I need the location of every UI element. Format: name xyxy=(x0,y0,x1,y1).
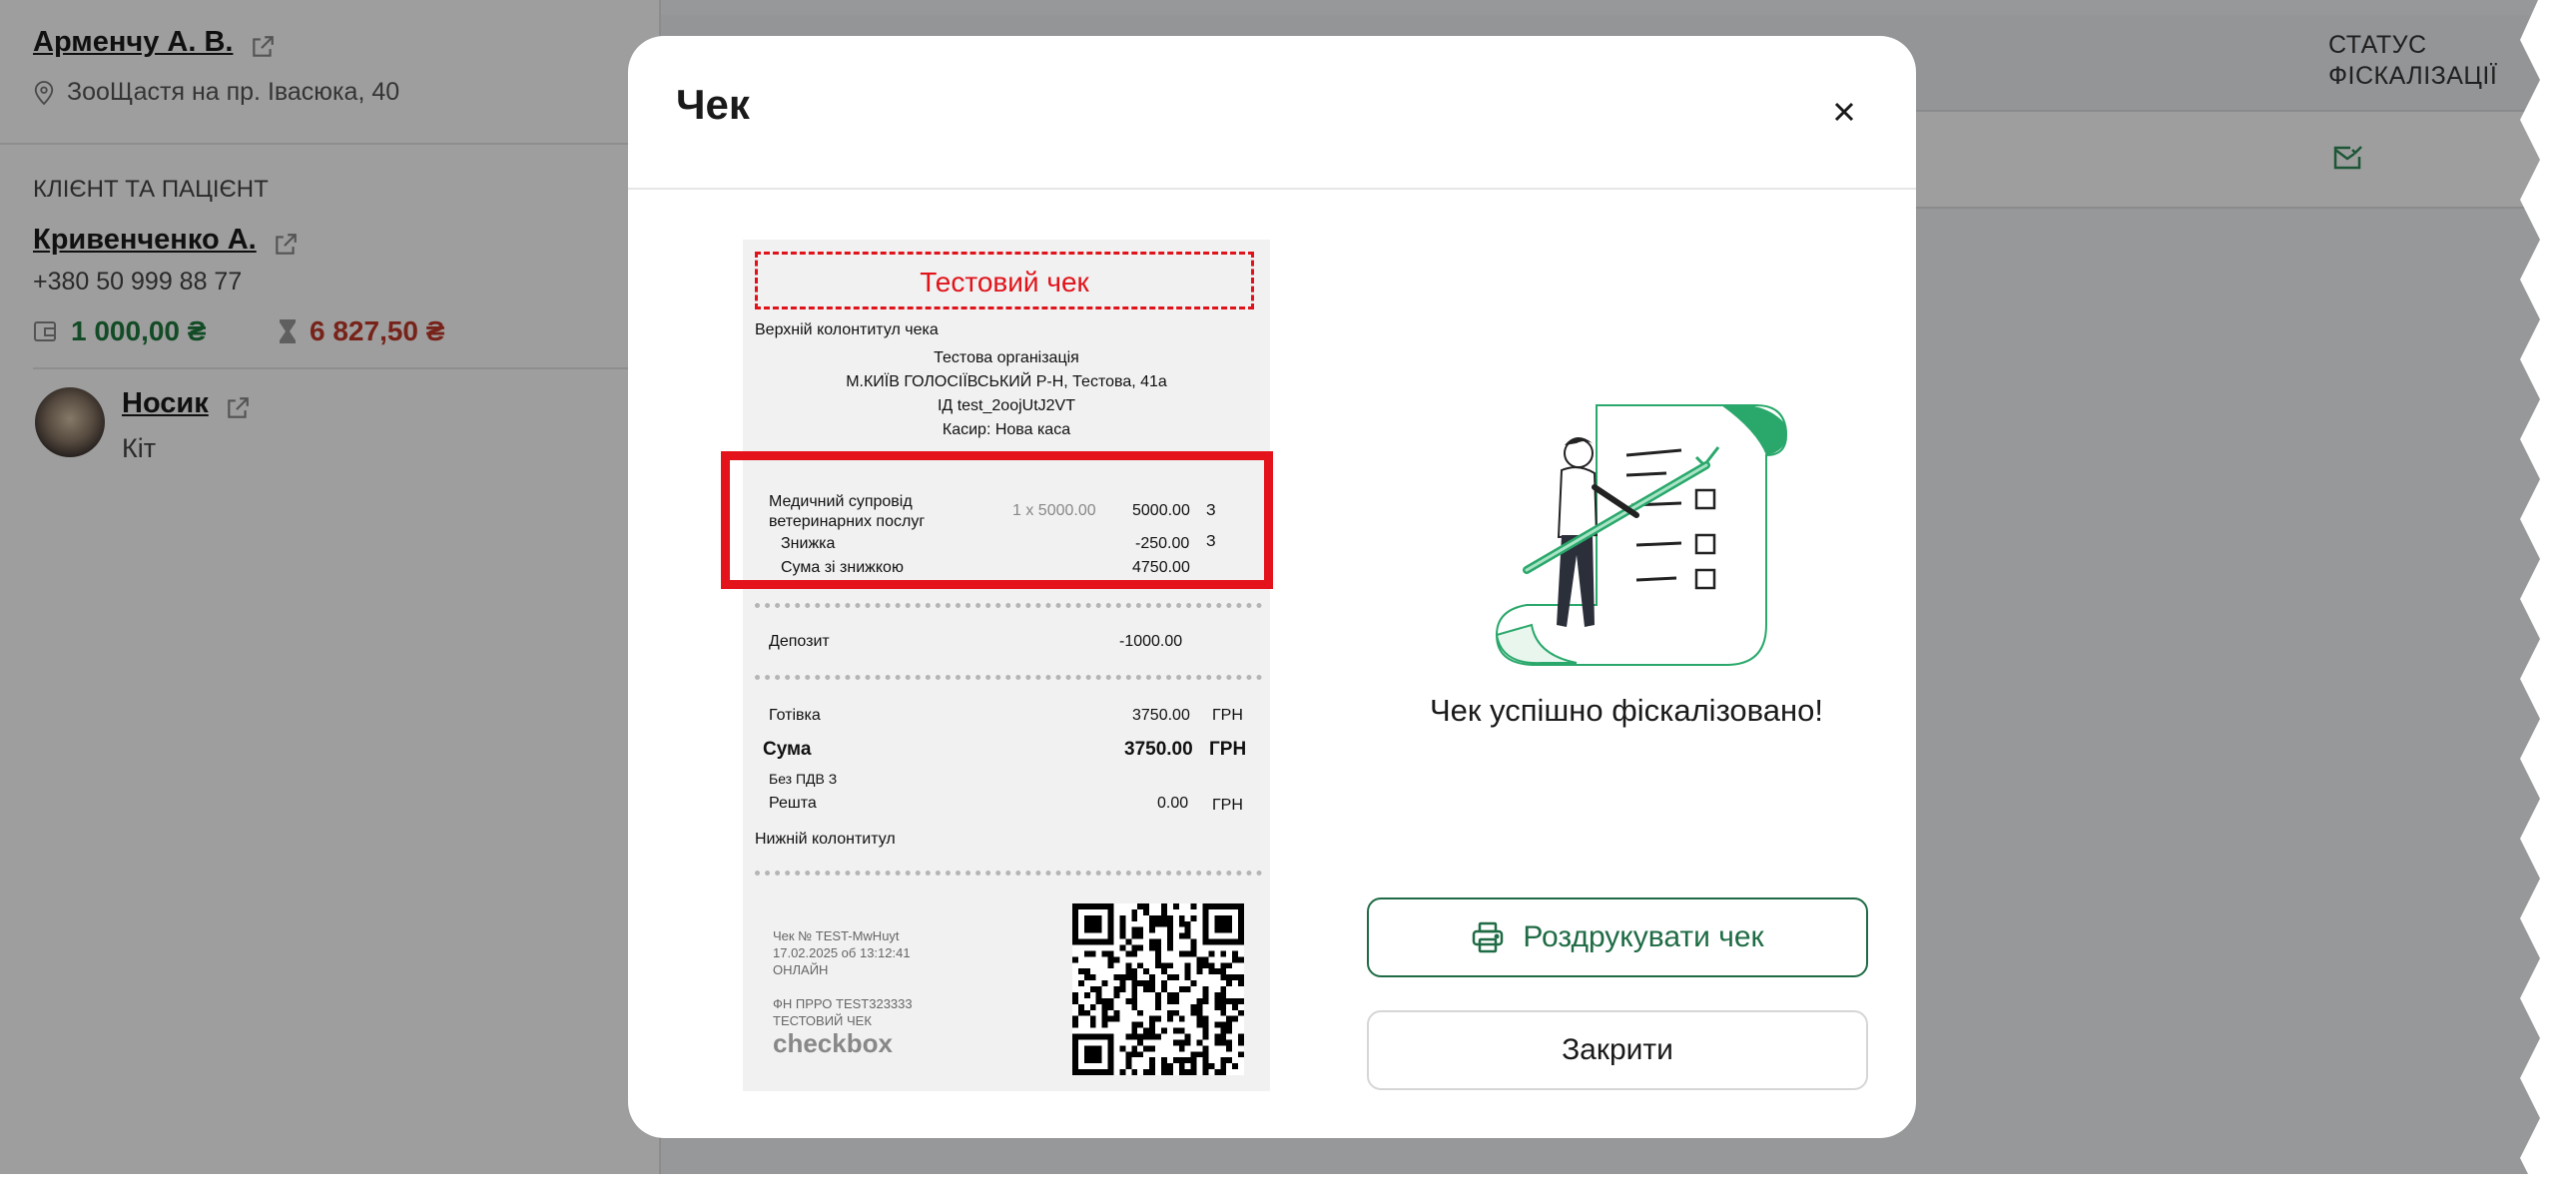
test-check-line: ТЕСТОВИЙ ЧЕК xyxy=(773,1013,872,1028)
item-total: 5000.00 xyxy=(1132,502,1190,519)
receipt-preview: Тестовий чек Верхній колонтитул чека Тес… xyxy=(721,240,1273,1091)
success-message: Чек успішно фіскалізовано! xyxy=(1429,693,1824,728)
cash-currency: ГРН xyxy=(1212,707,1243,724)
item-name-line2: ветеринарних послуг xyxy=(769,513,926,530)
after-discount-label: Сума зі знижкою xyxy=(781,559,904,576)
sum-currency: ГРН xyxy=(1209,739,1247,760)
vat-note: Без ПДВ З xyxy=(769,771,838,787)
deposit-value: -1000.00 xyxy=(1119,633,1183,650)
receipt-illustration xyxy=(1495,404,1788,666)
change-label: Решта xyxy=(769,795,817,812)
item-name-line1: Медичний супровід xyxy=(769,493,913,510)
printer-icon xyxy=(1473,921,1504,953)
close-button-label: Закрити xyxy=(1562,1033,1673,1066)
close-button[interactable]: Закрити xyxy=(1367,1010,1868,1090)
print-receipt-label: Роздрукувати чек xyxy=(1523,920,1764,953)
qr-code xyxy=(1072,903,1244,1075)
cash-label: Готівка xyxy=(769,707,821,724)
check-datetime: 17.02.2025 об 13:12:41 xyxy=(773,945,911,960)
fn-line: ФН ПРРО TEST323333 xyxy=(773,996,913,1011)
checkbox-brand: checkbox xyxy=(773,1028,893,1058)
modal-divider xyxy=(628,188,1916,190)
dotted-separator xyxy=(755,675,1262,680)
test-receipt-label: Тестовий чек xyxy=(920,267,1089,298)
cash-value: 3750.00 xyxy=(1132,707,1190,724)
cashier-line: Касир: Нова каса xyxy=(942,421,1071,438)
print-receipt-button[interactable]: Роздрукувати чек xyxy=(1367,897,1868,977)
header-note: Верхній колонтитул чека xyxy=(755,321,939,338)
after-discount-value: 4750.00 xyxy=(1132,559,1190,576)
dotted-separator xyxy=(755,871,1262,876)
sum-label: Сума xyxy=(763,739,812,760)
sum-value: 3750.00 xyxy=(1124,739,1193,760)
check-number: Чек № TEST-MwHuyt xyxy=(773,928,900,943)
change-currency: ГРН xyxy=(1212,797,1243,814)
item-tax: З xyxy=(1206,502,1216,519)
check-mode: ОНЛАЙН xyxy=(773,962,829,977)
item-qty: 1 x 5000.00 xyxy=(1012,502,1096,519)
discount-value: -250.00 xyxy=(1135,535,1190,552)
discount-tax: З xyxy=(1206,533,1216,550)
org-line: Тестова організація xyxy=(934,349,1079,366)
modal-title: Чек xyxy=(676,81,750,128)
receipt-modal: Чек Тестовий чек Верхній колонтитул чека… xyxy=(628,36,1916,1138)
test-receipt-box: Тестовий чек xyxy=(755,252,1254,309)
address-line: М.КИЇВ ГОЛОСІЇВСЬКИЙ Р-Н, Тестова, 41а xyxy=(846,373,1167,390)
torn-edge xyxy=(2520,0,2576,1190)
dotted-separator xyxy=(755,603,1262,608)
change-value: 0.00 xyxy=(1157,795,1189,812)
close-icon[interactable] xyxy=(1826,94,1862,130)
deposit-label: Депозит xyxy=(769,633,830,650)
footer-note: Нижній колонтитул xyxy=(755,831,896,848)
id-line: ІД test_2oojUtJ2VT xyxy=(937,397,1075,414)
app-window: Арменчу А. В. ЗооЩастя на пр. Івасюка, 4… xyxy=(0,0,2558,1174)
discount-label: Знижка xyxy=(781,535,836,552)
